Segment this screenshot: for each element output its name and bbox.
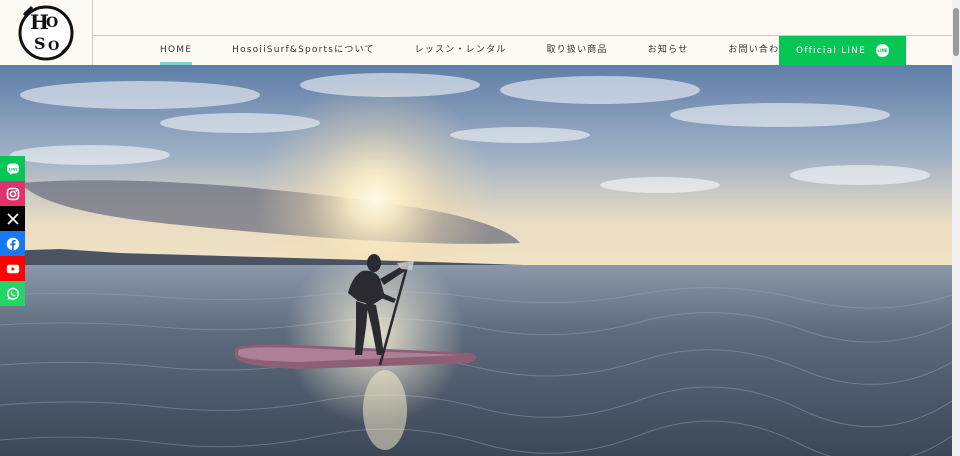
whatsapp-icon [6, 287, 19, 300]
nav-home[interactable]: HOME [140, 36, 212, 65]
social-whatsapp-link[interactable] [0, 281, 25, 306]
official-line-label: Official LINE [796, 45, 866, 56]
nav-lesson-rental[interactable]: レッスン・レンタル [395, 36, 527, 65]
scrollbar-thumb[interactable] [953, 8, 959, 56]
social-x-link[interactable] [0, 206, 25, 231]
instagram-icon [6, 187, 19, 200]
site-header: H O S O HOME HosoiiSurf&Sportsについて レッスン・… [0, 0, 952, 65]
social-line-link[interactable]: LINE [0, 156, 25, 181]
svg-text:O: O [48, 39, 59, 54]
facebook-icon [6, 237, 19, 250]
line-icon: LINE [6, 163, 19, 175]
logo-container[interactable]: H O S O [0, 0, 93, 65]
nav-news[interactable]: お知らせ [628, 36, 709, 65]
hosoii-logo[interactable]: H O S O [18, 3, 74, 61]
youtube-icon [6, 264, 19, 273]
hero-image [0, 65, 952, 456]
social-youtube-link[interactable] [0, 256, 25, 281]
svg-text:LINE: LINE [8, 167, 18, 171]
svg-text:S: S [34, 34, 46, 53]
paddleboard-sunset-illustration [0, 65, 952, 456]
line-bubble-icon: LINE [875, 44, 889, 57]
social-instagram-link[interactable] [0, 181, 25, 206]
social-sidebar: LINE [0, 156, 25, 306]
page-scrollbar[interactable] [952, 0, 960, 456]
nav-products[interactable]: 取り扱い商品 [526, 36, 627, 65]
official-line-button[interactable]: Official LINE LINE [779, 36, 906, 65]
svg-text:O: O [46, 15, 58, 31]
social-facebook-link[interactable] [0, 231, 25, 256]
main-nav: HOME HosoiiSurf&Sportsについて レッスン・レンタル 取り扱… [140, 36, 810, 65]
x-icon [6, 212, 19, 225]
nav-about[interactable]: HosoiiSurf&Sportsについて [212, 36, 395, 65]
